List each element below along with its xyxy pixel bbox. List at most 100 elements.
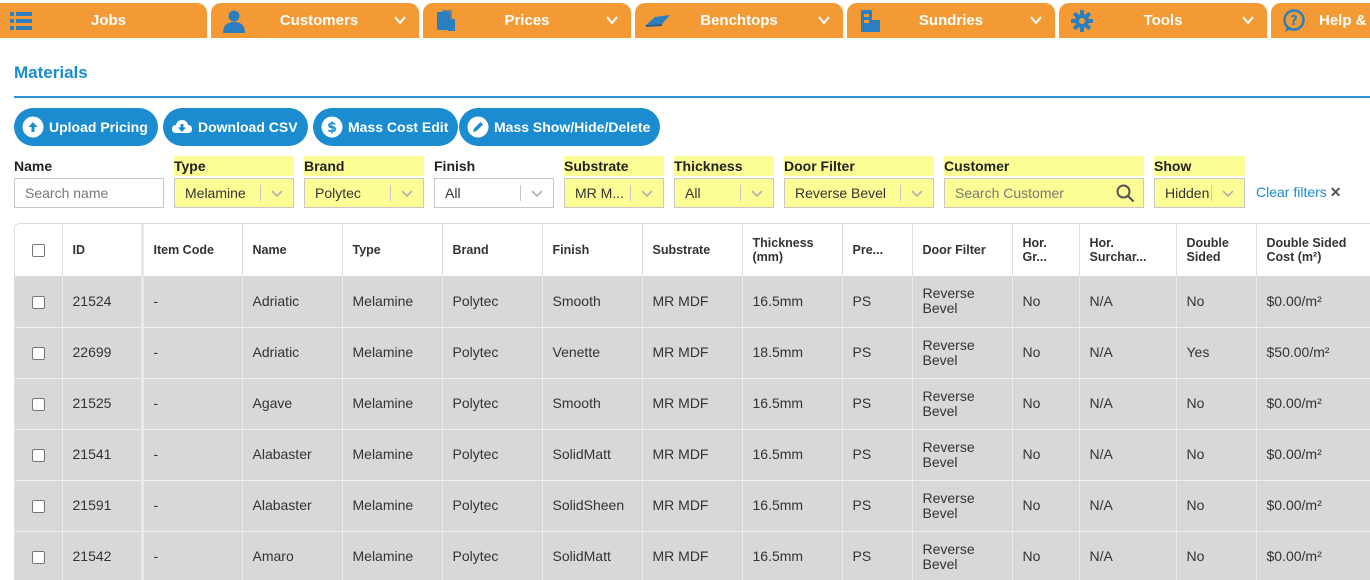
clear-filters-label: Clear filters (1256, 184, 1327, 200)
select-value: All (685, 185, 701, 201)
show-select[interactable]: Hidden (1154, 178, 1245, 208)
column-header[interactable]: Double Sided (1176, 224, 1257, 276)
nav-tab-benchtops[interactable]: Benchtops (635, 3, 843, 38)
column-header[interactable]: Substrate (642, 224, 743, 276)
chevron-down-icon (394, 16, 406, 25)
customer-search-input[interactable]: Search Customer (944, 178, 1144, 208)
nav-tab-help[interactable]: ? Help & (1271, 3, 1370, 38)
table-cell: PS (842, 276, 913, 328)
column-header[interactable]: Item Code (142, 224, 243, 276)
select-value: Melamine (185, 185, 246, 201)
column-header[interactable]: Brand (442, 224, 543, 276)
column-header[interactable]: Thickness (mm) (742, 224, 843, 276)
brand-select[interactable]: Polytec (304, 178, 424, 208)
table-cell: 18.5mm (742, 327, 843, 379)
table-cell: - (142, 480, 243, 532)
row-checkbox[interactable] (31, 397, 45, 411)
column-header[interactable]: ID (62, 224, 144, 276)
column-header[interactable]: Finish (542, 224, 643, 276)
column-header[interactable]: Name (242, 224, 343, 276)
top-nav: Jobs Customers Prices Benchtops Sundries… (0, 0, 1370, 38)
download-csv-button[interactable]: Download CSV (163, 108, 308, 146)
column-header[interactable]: Double Sided Cost (m²) (1256, 224, 1370, 276)
name-search-input[interactable]: Search name (14, 178, 164, 208)
select-value: All (445, 185, 461, 201)
table-cell: No (1176, 378, 1257, 430)
nav-tab-jobs[interactable]: Jobs (0, 3, 207, 38)
table-cell: 16.5mm (742, 378, 843, 430)
nav-tab-tools[interactable]: Tools (1059, 3, 1267, 38)
table-cell: 21542 (62, 531, 144, 580)
table-cell: SolidSheen (542, 480, 643, 532)
table-cell: Reverse Bevel (912, 429, 1013, 481)
table-cell: Melamine (342, 429, 443, 481)
table-cell: - (142, 276, 243, 328)
row-checkbox-cell[interactable] (15, 531, 63, 580)
row-checkbox[interactable] (31, 295, 45, 309)
table-cell: MR MDF (642, 480, 743, 532)
type-select[interactable]: Melamine (174, 178, 294, 208)
input-placeholder: Search Customer (955, 185, 1064, 201)
finish-select[interactable]: All (434, 178, 554, 208)
table-row[interactable]: 21542- Amaro Melamine Polytec SolidMatt MR MD… (15, 531, 1370, 580)
substrate-select[interactable]: MR M... (564, 178, 664, 208)
table-cell: Adriatic (242, 327, 343, 379)
thickness-select[interactable]: All (674, 178, 774, 208)
column-header[interactable]: Hor. Surchar... (1079, 224, 1177, 276)
table-cell: $0.00/m² (1256, 429, 1370, 481)
table-cell: MR MDF (642, 276, 743, 328)
table-row[interactable]: 21541- Alabaster Melamine Polytec SolidMatt M… (15, 429, 1370, 481)
table-row[interactable]: 21525- Agave Melamine Polytec Smooth MR MDF 16… (15, 378, 1370, 430)
cloud-download-icon (172, 120, 192, 133)
row-checkbox-cell[interactable] (15, 276, 63, 328)
filter-label-brand: Brand (304, 156, 424, 176)
upload-pricing-button[interactable]: Upload Pricing (14, 108, 158, 146)
row-checkbox[interactable] (31, 346, 45, 360)
select-all-checkbox-cell[interactable] (15, 224, 63, 276)
nav-tab-customers[interactable]: Customers (211, 3, 419, 38)
column-header[interactable]: Door Filter (912, 224, 1013, 276)
table-cell: Amaro (242, 531, 343, 580)
select-value: Reverse Bevel (795, 185, 887, 201)
table-cell: Smooth (542, 276, 643, 328)
table-cell: Reverse Bevel (912, 480, 1013, 532)
table-cell: PS (842, 378, 913, 430)
chevron-down-icon (1030, 16, 1042, 25)
table-row[interactable]: 21524- Adriatic Melamine Polytec Smooth MR MD… (15, 276, 1370, 328)
nav-tab-prices[interactable]: Prices (423, 3, 631, 38)
column-header[interactable]: Pre... (842, 224, 913, 276)
door-filter-select[interactable]: Reverse Bevel (784, 178, 934, 208)
table-cell: Reverse Bevel (912, 276, 1013, 328)
table-cell: No (1012, 378, 1080, 430)
table-cell: 16.5mm (742, 429, 843, 481)
table-row[interactable]: 21591- Alabaster Melamine Polytec SolidSheen… (15, 480, 1370, 532)
row-checkbox-cell[interactable] (15, 327, 63, 379)
row-checkbox-cell[interactable] (15, 378, 63, 430)
mass-cost-edit-button[interactable]: $ Mass Cost Edit (313, 108, 459, 146)
row-checkbox[interactable] (31, 448, 45, 462)
mass-show-hide-delete-button[interactable]: Mass Show/Hide/Delete (459, 108, 661, 146)
button-label: Upload Pricing (49, 119, 148, 135)
table-cell: SolidMatt (542, 429, 643, 481)
materials-table: ID Item Code Name Type Brand Finish Subs… (14, 223, 1370, 580)
column-header[interactable]: Type (342, 224, 443, 276)
chevron-down-icon (1242, 16, 1254, 25)
table-cell: No (1176, 531, 1257, 580)
row-checkbox[interactable] (31, 550, 45, 564)
table-cell: Agave (242, 378, 343, 430)
table-cell: 21525 (62, 378, 144, 430)
clear-filters-link[interactable]: Clear filters ✕ (1256, 184, 1342, 201)
table-cell: MR MDF (642, 531, 743, 580)
table-cell: MR MDF (642, 327, 743, 379)
nav-tab-label: Tools (1143, 12, 1183, 29)
column-header[interactable]: Hor. Gr... (1012, 224, 1080, 276)
row-checkbox-cell[interactable] (15, 480, 63, 532)
filter-label-type: Type (174, 156, 294, 176)
nav-tab-sundries[interactable]: Sundries (847, 3, 1055, 38)
select-all-checkbox[interactable] (31, 244, 45, 258)
row-checkbox[interactable] (31, 499, 45, 513)
table-row[interactable]: 22699- Adriatic Melamine Polytec Venette MR M… (15, 327, 1370, 379)
table-cell: 21591 (62, 480, 144, 532)
svg-text:$: $ (327, 120, 337, 136)
row-checkbox-cell[interactable] (15, 429, 63, 481)
